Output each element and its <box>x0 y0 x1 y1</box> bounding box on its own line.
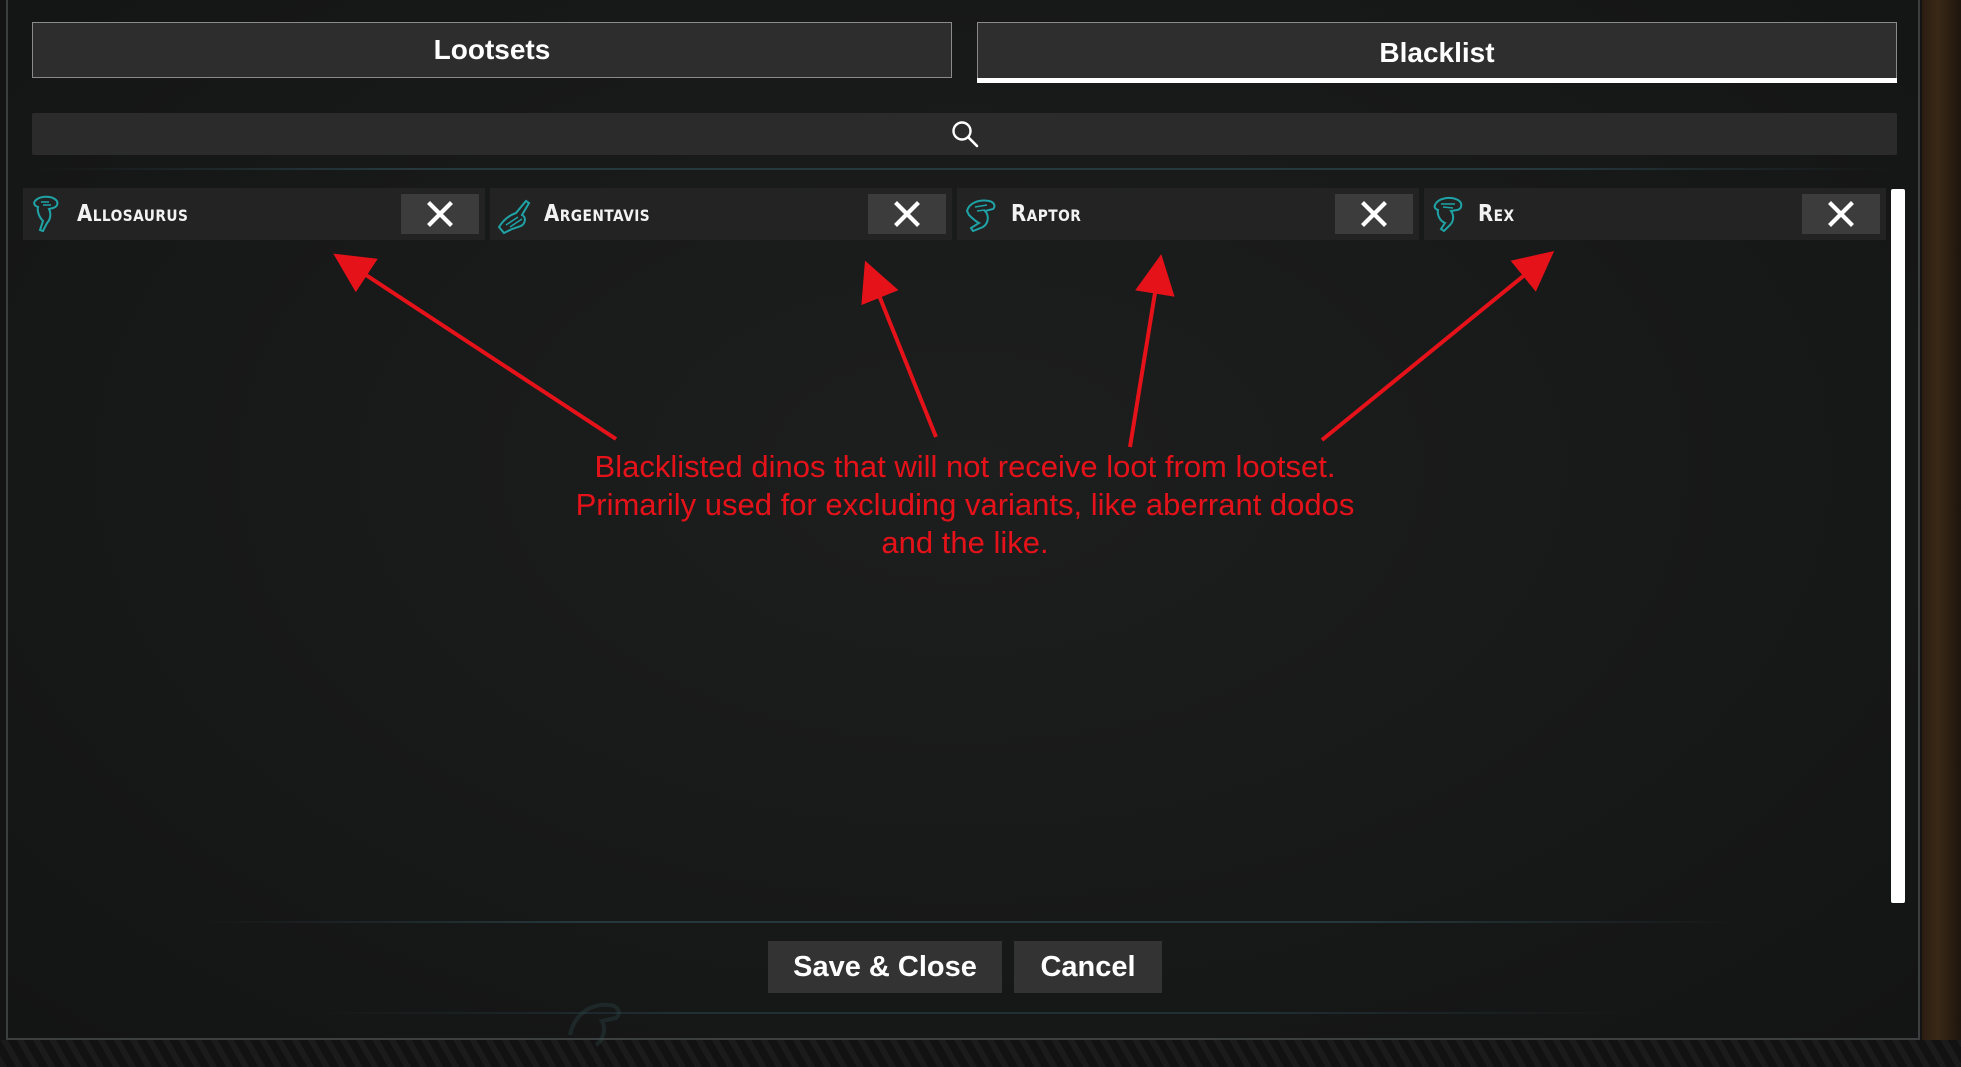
remove-entry-button[interactable] <box>401 194 479 234</box>
divider <box>32 168 1897 170</box>
entry-name: Argentavis <box>544 201 651 227</box>
remove-entry-button[interactable] <box>1802 194 1880 234</box>
search-icon <box>951 121 978 148</box>
entry-name: Raptor <box>1011 201 1082 227</box>
blacklist-entry-allosaurus: Allosaurus <box>23 188 485 240</box>
annotation-text: Blacklisted dinos that will not receive … <box>575 449 1355 560</box>
cancel-button[interactable]: Cancel <box>1014 941 1162 993</box>
dino-watermark-icon <box>568 1002 621 1047</box>
remove-entry-button[interactable] <box>1335 194 1413 234</box>
blacklist-entry-rex: Rex <box>1424 188 1886 240</box>
remove-entry-button[interactable] <box>868 194 946 234</box>
tab-lootsets[interactable]: Lootsets <box>32 22 952 78</box>
divider <box>300 1012 1640 1014</box>
tab-blacklist[interactable]: Blacklist <box>977 22 1897 82</box>
save-and-close-button[interactable]: Save & Close <box>768 941 1002 993</box>
close-icon <box>894 201 920 227</box>
dino-head-icon <box>1433 196 1463 233</box>
entry-name: Allosaurus <box>77 201 189 227</box>
blacklist-entry-argentavis: Argentavis <box>490 188 952 240</box>
search-input[interactable] <box>32 113 1897 155</box>
close-icon <box>1828 201 1854 227</box>
background-hex-pattern <box>0 1040 1961 1067</box>
divider <box>190 921 1750 923</box>
blacklist-entry-raptor: Raptor <box>957 188 1419 240</box>
bird-icon <box>497 199 531 235</box>
close-icon <box>427 201 453 227</box>
dino-head-icon <box>33 195 59 233</box>
active-tab-indicator <box>977 78 1897 83</box>
scrollbar[interactable] <box>1891 189 1905 903</box>
background-wood <box>1922 0 1961 1067</box>
entry-name: Rex <box>1478 201 1515 227</box>
close-icon <box>1361 201 1387 227</box>
dino-head-icon <box>965 199 996 233</box>
